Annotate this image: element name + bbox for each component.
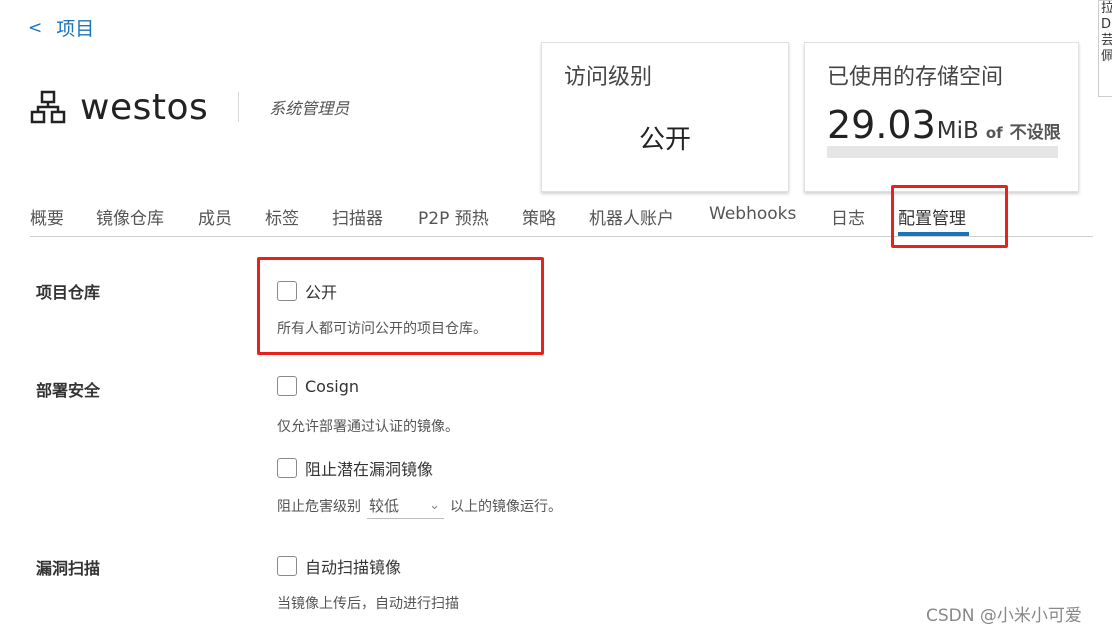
- project-tabs: 概要 镜像仓库 成员 标签 扫描器 P2P 预热 策略 机器人账户 Webhoo…: [30, 196, 1093, 237]
- project-name: westos: [80, 86, 209, 128]
- public-checkbox-row[interactable]: 公开: [277, 279, 337, 303]
- project-tree-icon: [30, 90, 66, 124]
- auto-scan-label: 自动扫描镜像: [305, 558, 402, 577]
- tab-scanner[interactable]: 扫描器: [332, 204, 383, 229]
- cosign-checkbox-label: Cosign: [305, 376, 360, 396]
- chevron-left-icon: <: [28, 17, 43, 38]
- auto-scan-checkbox-row[interactable]: 自动扫描镜像: [277, 554, 401, 578]
- public-highlight-box: [257, 257, 544, 355]
- tab-labels[interactable]: 标签: [265, 204, 299, 229]
- tab-policy[interactable]: 策略: [522, 204, 556, 229]
- auto-scan-checkbox[interactable]: [277, 556, 297, 576]
- severity-select[interactable]: 较低 ⌄: [367, 493, 444, 519]
- tab-p2p-preheat[interactable]: P2P 预热: [418, 204, 489, 229]
- back-link-label: 项目: [56, 18, 95, 40]
- active-tab-indicator: [898, 232, 969, 236]
- auto-scan-help-text: 当镜像上传后，自动进行扫描: [277, 596, 459, 612]
- prevent-vulnerable-label: 阻止潜在漏洞镜像: [305, 460, 434, 479]
- tab-configuration[interactable]: 配置管理: [898, 204, 966, 229]
- public-checkbox[interactable]: [277, 281, 297, 301]
- access-level-card: 访问级别 公开: [541, 42, 789, 192]
- access-level-title: 访问级别: [564, 65, 653, 90]
- access-level-value: 公开: [638, 125, 691, 155]
- tab-summary[interactable]: 概要: [30, 204, 64, 229]
- storage-used-unit: MiB: [936, 118, 979, 144]
- storage-used-amount: 29.03: [827, 103, 936, 147]
- edge-panel-text: 拉 D 芸 佩: [1101, 1, 1112, 64]
- edge-panel: 拉 D 芸 佩: [1098, 0, 1112, 97]
- severity-prefix: 阻止危害级别: [277, 499, 361, 515]
- section-deploy-security: 部署安全: [36, 381, 101, 400]
- severity-row: 阻止危害级别 较低 ⌄ 以上的镜像运行。: [277, 493, 562, 519]
- tab-members[interactable]: 成员: [198, 204, 232, 229]
- tab-repositories[interactable]: 镜像仓库: [96, 204, 164, 229]
- public-checkbox-label: 公开: [305, 283, 338, 302]
- storage-usage-value: 29.03 MiB of 不设限: [827, 103, 1061, 147]
- section-project-repo: 项目仓库: [36, 283, 101, 302]
- prevent-vulnerable-checkbox-row[interactable]: 阻止潜在漏洞镜像: [277, 456, 433, 480]
- tab-webhooks[interactable]: Webhooks: [709, 204, 796, 224]
- severity-suffix: 以上的镜像运行。: [450, 499, 562, 515]
- severity-select-value: 较低: [369, 497, 400, 515]
- project-header: westos 系统管理员: [30, 82, 349, 132]
- chevron-down-icon: ⌄: [429, 498, 440, 513]
- header-divider: [238, 92, 240, 122]
- prevent-vulnerable-checkbox[interactable]: [277, 458, 297, 478]
- storage-of-label: of: [985, 124, 1003, 142]
- tab-logs[interactable]: 日志: [831, 204, 865, 229]
- storage-usage-title: 已使用的存储空间: [827, 65, 1004, 90]
- cosign-help-text: 仅允许部署通过认证的镜像。: [277, 419, 459, 435]
- public-help-text: 所有人都可访问公开的项目仓库。: [277, 321, 487, 337]
- project-role: 系统管理员: [269, 99, 350, 118]
- storage-usage-card: 已使用的存储空间 29.03 MiB of 不设限: [804, 42, 1079, 192]
- cosign-checkbox[interactable]: [277, 376, 297, 396]
- storage-usage-bar: [827, 146, 1058, 158]
- section-vuln-scan: 漏洞扫描: [36, 559, 101, 578]
- storage-limit: 不设限: [1009, 123, 1061, 143]
- csdn-watermark: CSDN @小米小可爱: [926, 606, 1082, 626]
- cosign-checkbox-row[interactable]: Cosign: [277, 376, 359, 396]
- back-to-projects-link[interactable]: < 项目: [28, 14, 94, 41]
- tab-robot-accounts[interactable]: 机器人账户: [589, 204, 674, 229]
